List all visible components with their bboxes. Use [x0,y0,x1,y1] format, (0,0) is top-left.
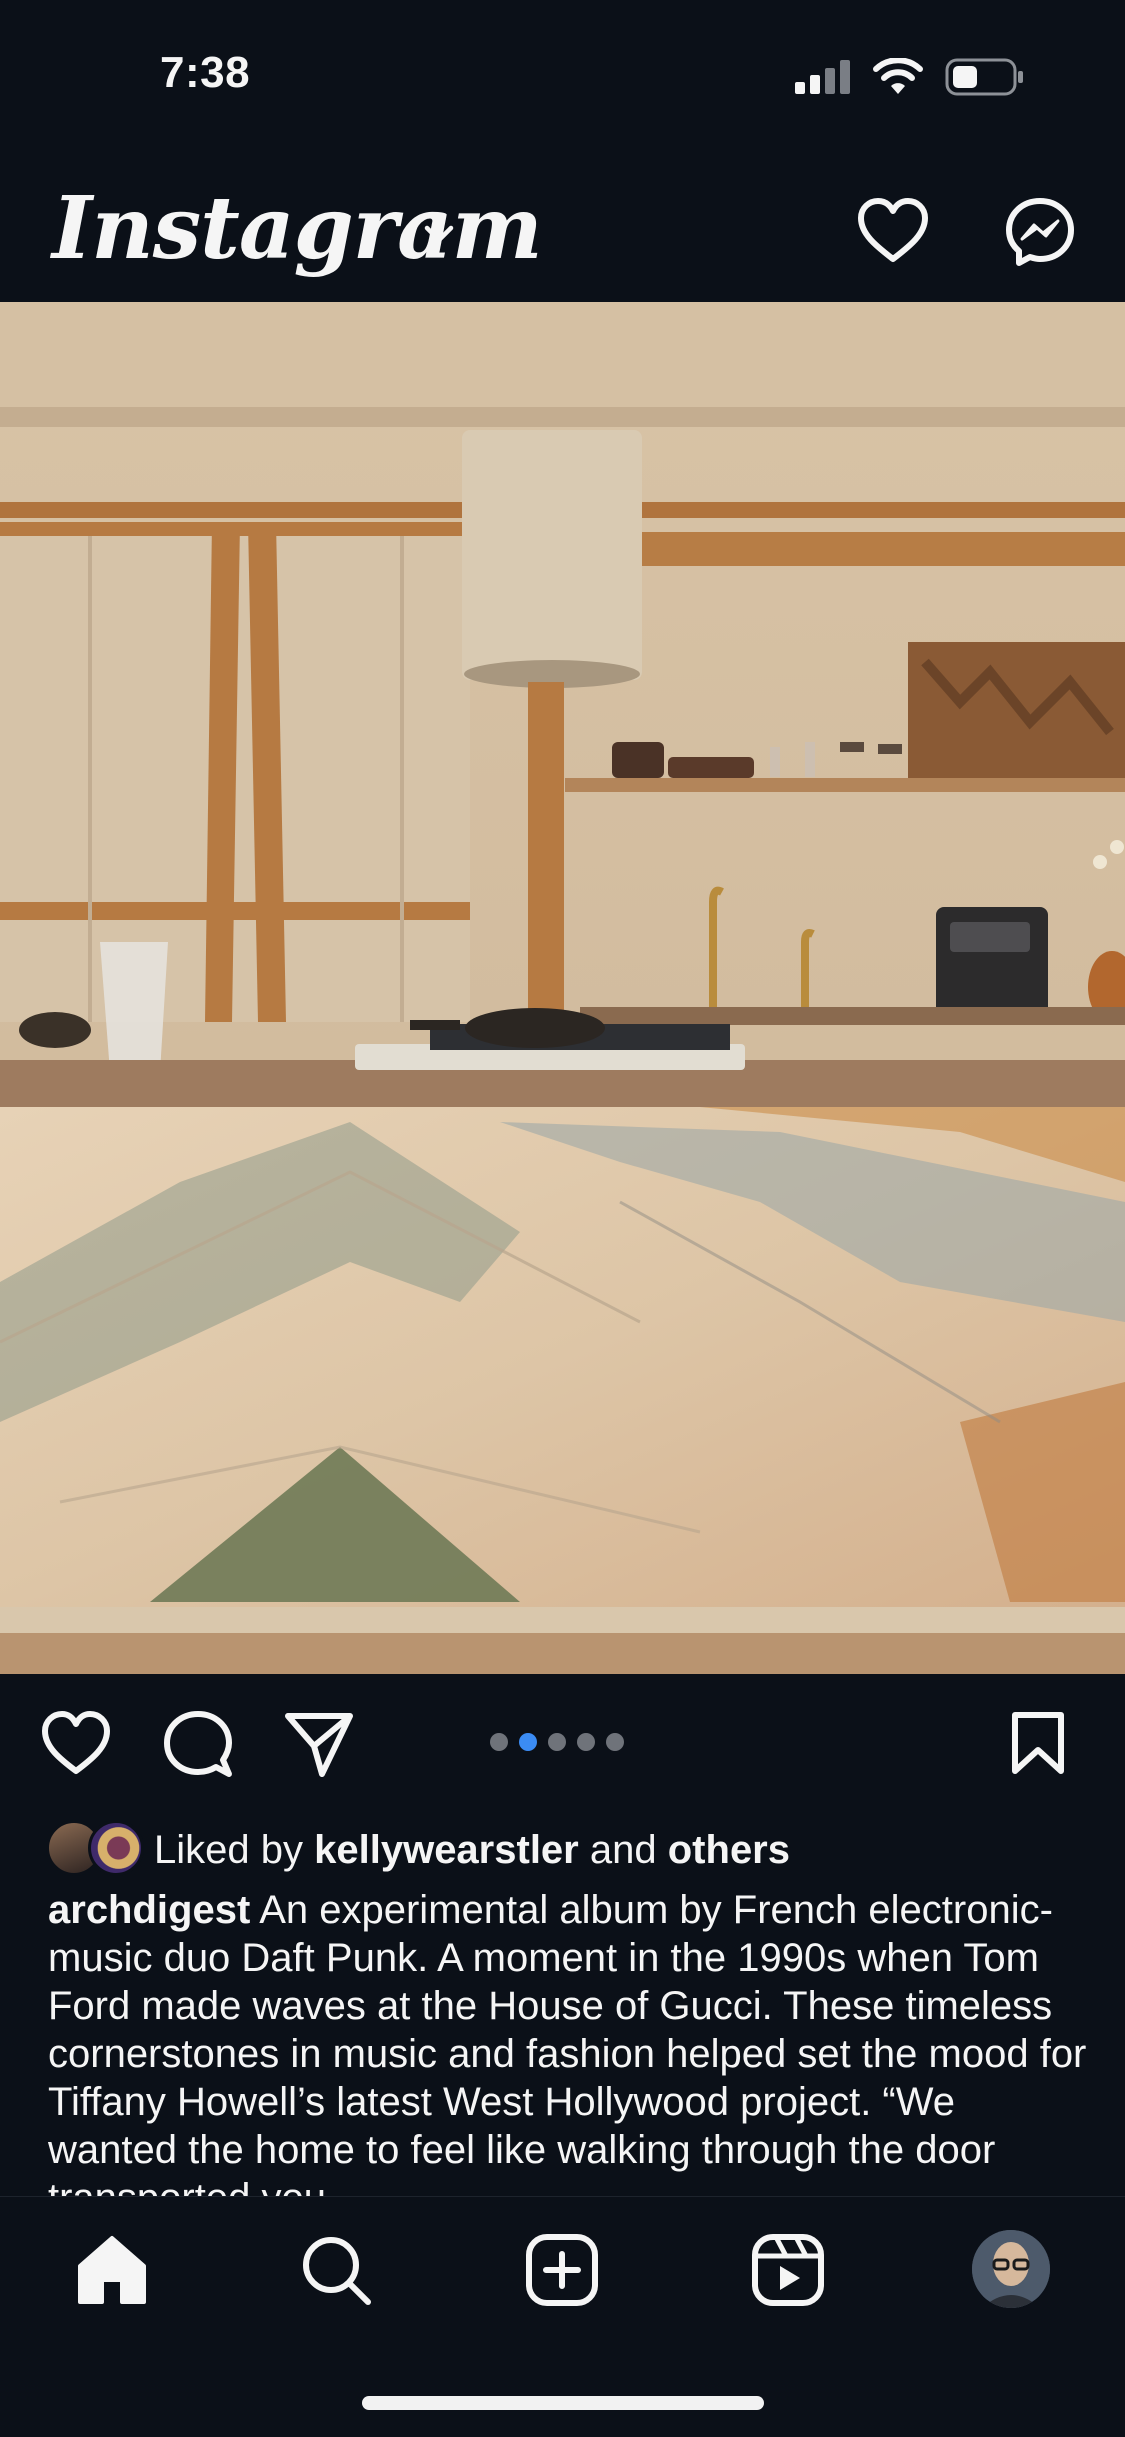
post-caption: archdigest An experimental album by Fren… [48,1886,1088,2196]
instagram-logo[interactable]: Instagram [52,178,543,279]
messenger-icon[interactable] [1004,196,1076,268]
search-icon[interactable] [298,2232,374,2308]
likes-middle: and [589,1828,657,1872]
create-icon[interactable] [524,2232,600,2308]
carousel-dot [606,1733,624,1751]
cellular-signal-icon [795,60,850,94]
carousel-dot [577,1733,595,1751]
post-image[interactable] [0,302,1125,1674]
liker-avatar[interactable] [88,1820,144,1876]
status-time: 7:38 [160,48,251,97]
carousel-dot [548,1733,566,1751]
wifi-icon [873,58,923,94]
likes-others-link[interactable]: others [668,1828,790,1872]
reels-icon[interactable] [750,2232,826,2308]
battery-icon [945,58,1023,96]
liker-username[interactable]: kellywearstler [314,1828,579,1872]
profile-photo [972,2230,1050,2308]
likes-prefix: Liked by [154,1828,303,1872]
save-icon[interactable] [1010,1710,1066,1776]
like-icon[interactable] [40,1710,112,1778]
carousel-dot-active [519,1733,537,1751]
share-icon[interactable] [284,1710,354,1778]
heart-icon[interactable] [856,196,930,266]
home-icon[interactable] [74,2232,150,2308]
carousel-dot [490,1733,508,1751]
caption-username[interactable]: archdigest [48,1888,250,1932]
kitchen-photo [0,302,1125,1674]
profile-avatar[interactable] [972,2230,1050,2308]
caption-text: An experimental album by French electron… [48,1888,1087,2196]
status-icons [795,54,1025,100]
comment-icon[interactable] [163,1710,233,1780]
home-indicator[interactable] [362,2396,764,2410]
likes-summary[interactable]: Liked by kellywearstler and others [154,1822,790,1878]
chevron-down-icon[interactable] [420,215,458,253]
carousel-indicator [490,1733,624,1751]
